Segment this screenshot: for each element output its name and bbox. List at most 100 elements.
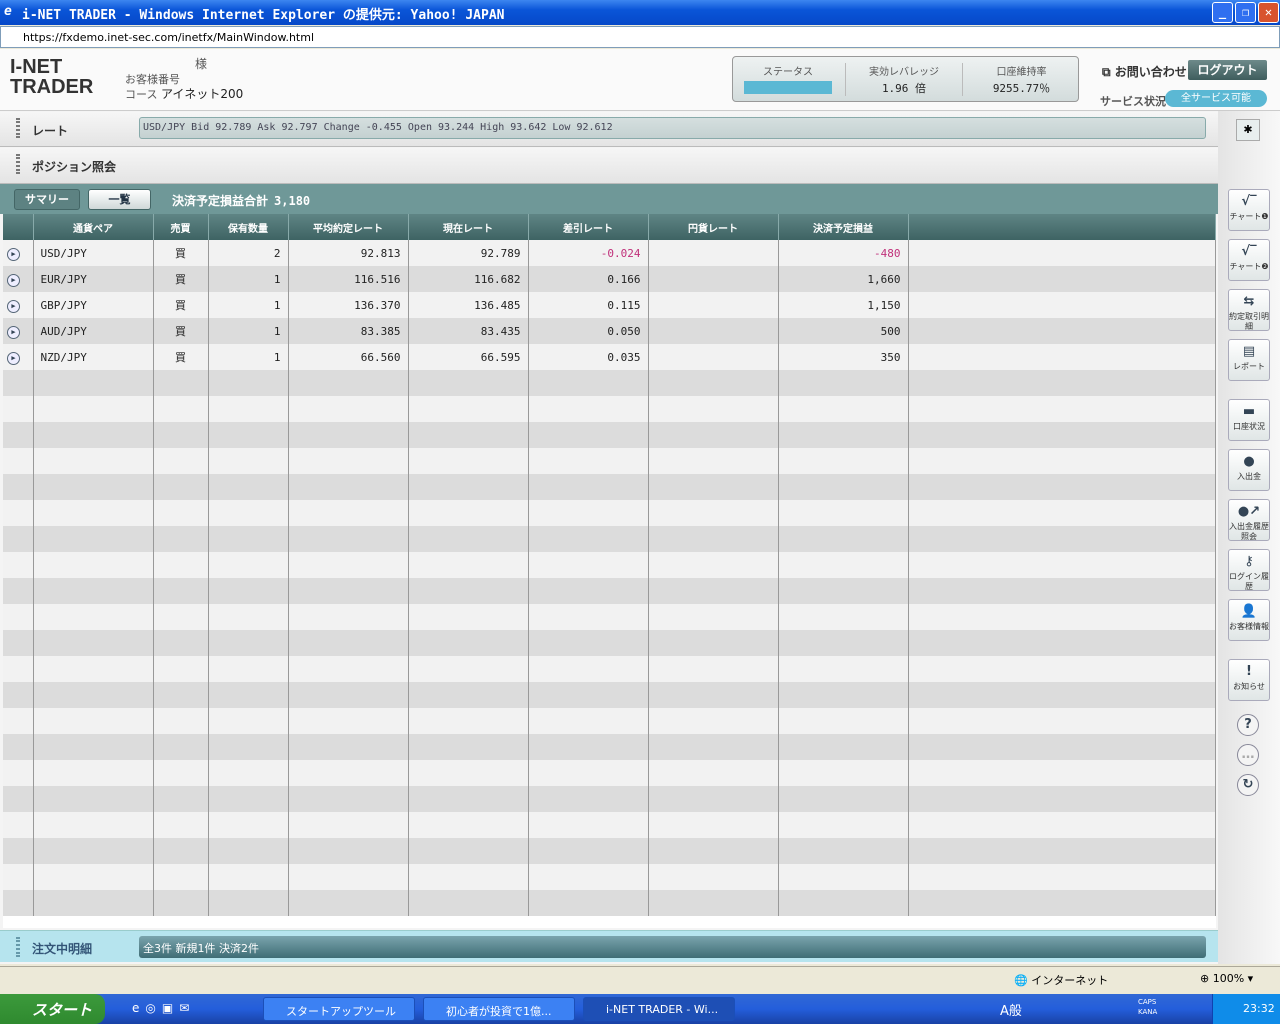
table-row[interactable] [3, 500, 1216, 526]
refresh-icon[interactable]: ↻ [1237, 774, 1259, 796]
table-row[interactable] [3, 656, 1216, 682]
tab-list[interactable]: 一覧 [88, 189, 151, 210]
column-header[interactable]: 保有数量 [208, 214, 289, 240]
table-row[interactable] [3, 708, 1216, 734]
column-header[interactable]: 平均約定レート [288, 214, 409, 240]
table-row[interactable] [3, 578, 1216, 604]
sidebar-item-8[interactable]: 👤 お客様情報 [1228, 599, 1270, 641]
column-header[interactable]: 通貨ペア [33, 214, 154, 240]
table-row[interactable] [3, 474, 1216, 500]
row-action-cell [3, 786, 34, 812]
table-row[interactable] [3, 552, 1216, 578]
play-icon[interactable]: ▶ [7, 273, 20, 287]
sidebar-item-9[interactable]: ! お知らせ [1228, 659, 1270, 701]
column-header[interactable]: 決済予定損益 [778, 214, 909, 240]
drag-handle[interactable] [16, 937, 20, 957]
maximize-button[interactable]: ❐ [1235, 2, 1256, 23]
course-value: アイネット200 [160, 87, 244, 101]
globe-icon: 🌐 [1014, 974, 1028, 987]
table-row[interactable] [3, 630, 1216, 656]
cell-cur: 66.595 [408, 344, 529, 370]
table-row[interactable] [3, 370, 1216, 396]
start-button[interactable]: スタート [0, 994, 105, 1024]
table-row[interactable] [3, 890, 1216, 916]
table-row[interactable] [3, 448, 1216, 474]
cell-pl [778, 604, 909, 630]
cell-pl [778, 370, 909, 396]
cell-empty [908, 422, 1216, 448]
cell-side [153, 890, 209, 916]
cell-side [153, 370, 209, 396]
cell-diff [528, 812, 649, 838]
play-icon[interactable]: ▶ [7, 325, 20, 339]
minimize-button[interactable]: _ [1212, 2, 1233, 23]
cell-diff [528, 890, 649, 916]
cell-qty [208, 630, 289, 656]
table-row[interactable]: ▶ NZD/JPY 買 1 66.560 66.595 0.035 350 [3, 344, 1216, 370]
column-header[interactable]: 現在レート [408, 214, 529, 240]
table-row[interactable] [3, 786, 1216, 812]
sidebar-item-4[interactable]: ▬ 口座状況 [1228, 399, 1270, 441]
play-icon[interactable]: ▶ [7, 351, 20, 365]
table-row[interactable] [3, 526, 1216, 552]
cell-jpy [648, 734, 779, 760]
row-action-cell [3, 812, 34, 838]
sidebar-item-1[interactable]: √‾ チャート❷ [1228, 239, 1270, 281]
settings-gear-icon[interactable]: ✱ [1236, 119, 1260, 141]
help-icon[interactable]: ? [1237, 714, 1259, 736]
table-row[interactable]: ▶ USD/JPY 買 2 92.813 92.789 -0.024 -480 [3, 240, 1216, 266]
sidebar-item-3[interactable]: ▤ レポート [1228, 339, 1270, 381]
column-header[interactable]: 差引レート [528, 214, 649, 240]
sidebar-item-2[interactable]: ⇆ 約定取引明細 [1228, 289, 1270, 331]
sidebar-item-7[interactable]: ⚷ ログイン履歴 [1228, 549, 1270, 591]
quick-launch-icons[interactable]: e◎▣✉ [132, 1001, 195, 1015]
table-row[interactable] [3, 734, 1216, 760]
task-inet-trader[interactable]: i-NET TRADER - Wi... [583, 997, 735, 1021]
table-row[interactable] [3, 760, 1216, 786]
cell-side [153, 656, 209, 682]
tab-summary[interactable]: サマリー [14, 189, 80, 210]
address-bar[interactable]: https://fxdemo.inet-sec.com/inetfx/MainW… [0, 26, 1280, 48]
logout-button[interactable]: ログアウト [1188, 60, 1267, 80]
cell-jpy [648, 682, 779, 708]
table-row[interactable]: ▶ EUR/JPY 買 1 116.516 116.682 0.166 1,660 [3, 266, 1216, 292]
table-row[interactable] [3, 838, 1216, 864]
table-row[interactable] [3, 396, 1216, 422]
cell-pair [33, 786, 154, 812]
zoom-control[interactable]: ⊕ 100% ▾ [1200, 972, 1253, 985]
table-row[interactable] [3, 604, 1216, 630]
cell-pl [778, 448, 909, 474]
chat-icon[interactable]: … [1237, 744, 1259, 766]
table-row[interactable] [3, 422, 1216, 448]
sidebar-item-6[interactable]: ●↗ 入出金履歴照会 [1228, 499, 1270, 541]
cell-cur [408, 578, 529, 604]
task-browser-1[interactable]: 初心者が投資で1億... [423, 997, 575, 1021]
play-icon[interactable]: ▶ [7, 247, 20, 261]
sidebar-item-5[interactable]: ● 入出金 [1228, 449, 1270, 491]
table-row[interactable]: ▶ AUD/JPY 買 1 83.385 83.435 0.050 500 [3, 318, 1216, 344]
cell-cur [408, 864, 529, 890]
column-header[interactable]: 円貨レート [648, 214, 779, 240]
contact-link[interactable]: ⧉ お問い合わせ [1102, 63, 1187, 80]
drag-handle[interactable] [16, 154, 20, 174]
ime-indicator[interactable]: A般 [1000, 1000, 1022, 1019]
cell-diff [528, 838, 649, 864]
cell-pair: NZD/JPY [33, 344, 154, 370]
row-action-cell [3, 526, 34, 552]
table-row[interactable] [3, 812, 1216, 838]
play-icon[interactable]: ▶ [7, 299, 20, 313]
drag-handle[interactable] [16, 118, 20, 138]
close-button[interactable]: ✕ [1258, 2, 1279, 23]
window-title: i-NET TRADER - Windows Internet Explorer… [22, 8, 505, 23]
sidebar-item-0[interactable]: √‾ チャート❶ [1228, 189, 1270, 231]
order-summary[interactable]: 全3件 新規1件 決済2件 [139, 936, 1206, 958]
cell-empty [908, 474, 1216, 500]
cell-empty [908, 630, 1216, 656]
table-row[interactable] [3, 864, 1216, 890]
cell-cur [408, 604, 529, 630]
column-header[interactable]: 売買 [153, 214, 209, 240]
table-row[interactable]: ▶ GBP/JPY 買 1 136.370 136.485 0.115 1,150 [3, 292, 1216, 318]
task-startup-tool[interactable]: スタートアップツール [263, 997, 415, 1021]
table-row[interactable] [3, 682, 1216, 708]
pl-total: 決済予定損益合計 3,180 [172, 192, 310, 209]
